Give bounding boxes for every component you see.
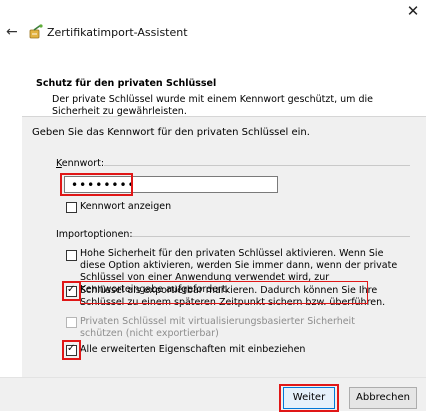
import-options-label: Importoptionen:	[56, 229, 133, 240]
group-divider	[132, 236, 410, 237]
page-description: Der private Schlüssel wurde mit einem Ke…	[52, 94, 373, 117]
group-divider	[104, 165, 410, 166]
cancel-button[interactable]: Abbrechen	[349, 387, 417, 409]
back-arrow-icon[interactable]: ←	[6, 24, 20, 40]
extended-properties-label: Alle erweiterten Eigenschaften mit einbe…	[80, 344, 306, 355]
show-password-checkbox[interactable]	[66, 202, 77, 213]
high-security-checkbox[interactable]	[66, 250, 77, 261]
show-password-label: Kennwort anzeigen	[80, 201, 172, 212]
next-button-highlight	[279, 384, 339, 412]
exportable-checkbox-highlight	[62, 281, 81, 301]
exportable-label-highlight	[80, 281, 368, 304]
vbs-protection-label: Privaten Schlüssel mit virtualisierungsb…	[80, 316, 355, 339]
vbs-protection-checkbox	[66, 317, 77, 328]
extended-properties-highlight	[62, 340, 81, 360]
password-group-label: Kennwort:	[56, 158, 105, 169]
password-label-rest: ennwort:	[61, 158, 105, 169]
password-highlight	[60, 173, 133, 196]
instruction-text: Geben Sie das Kennwort für den privaten …	[32, 127, 310, 138]
close-icon[interactable]: ✕	[404, 2, 422, 20]
window-title: Zertifikatimport-Assistent	[47, 26, 188, 39]
page-title: Schutz für den privaten Schlüssel	[36, 78, 217, 89]
wizard-header: Schutz für den privaten Schlüssel Der pr…	[22, 64, 426, 117]
certificate-wizard-icon	[28, 24, 44, 40]
